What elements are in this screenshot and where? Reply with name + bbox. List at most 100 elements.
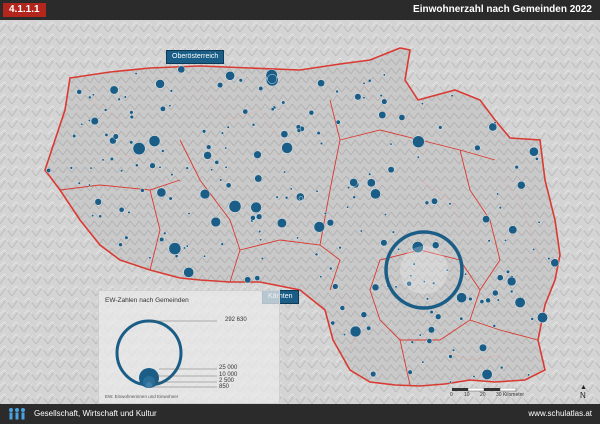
municipality-circle [506, 269, 511, 274]
footer-category: Gesellschaft, Wirtschaft und Kultur [34, 409, 157, 418]
municipality-circle [421, 360, 425, 364]
graz-inner-fill [400, 246, 448, 294]
municipality-circle [352, 195, 356, 199]
municipality-circle [109, 156, 114, 161]
municipality-circle [267, 74, 278, 84]
municipality-circle [313, 221, 325, 233]
municipality-circle [492, 289, 499, 297]
municipality-circle [383, 213, 387, 217]
municipality-circle [158, 165, 162, 169]
municipality-circle [187, 212, 191, 216]
municipality-circle [459, 316, 464, 321]
municipality-circle [510, 289, 514, 294]
municipality-circle [488, 122, 498, 132]
municipality-circle [479, 343, 488, 352]
municipality-circle [429, 310, 434, 315]
municipality-circle [332, 283, 339, 290]
municipality-circle [450, 94, 454, 98]
municipality-circle [435, 313, 442, 320]
municipality-circle [535, 157, 539, 161]
logo-people-icon [9, 408, 25, 420]
map-title: Einwohnerzahl nach Gemeinden 2022 [413, 4, 592, 15]
municipality-circle [168, 196, 173, 201]
municipality-circle [88, 183, 91, 187]
municipality-circle [346, 205, 349, 209]
label-oberoesterreich: Oberösterreich [166, 50, 225, 64]
footer-website-link[interactable]: www.schulatlas.at [528, 408, 592, 420]
municipality-circle [120, 169, 124, 173]
municipality-circle [210, 216, 221, 228]
municipality-circle [253, 150, 262, 159]
municipality-circle [508, 225, 518, 235]
municipality-circle [362, 96, 366, 100]
municipality-circle [449, 380, 452, 384]
municipality-circle [169, 89, 173, 93]
municipality-circle [347, 186, 351, 190]
municipality-circle [118, 242, 123, 247]
municipality-circle [251, 123, 256, 127]
municipality-circle [109, 85, 119, 95]
municipality-circle [224, 165, 228, 169]
legend-value-1: 25 000 [219, 365, 238, 371]
municipality-circle [550, 258, 560, 268]
municipality-circle [219, 178, 223, 182]
municipality-circle [220, 131, 224, 135]
municipality-circle [90, 117, 99, 126]
municipality-circle [206, 144, 212, 150]
municipality-circle [256, 213, 263, 220]
municipality-circle [183, 246, 186, 250]
municipality-circle [424, 200, 430, 206]
municipality-circle [203, 151, 212, 160]
municipality-circle [432, 241, 440, 249]
municipality-circle [487, 239, 491, 243]
municipality-circle [472, 375, 476, 378]
municipality-circle [298, 196, 304, 201]
municipality-circle [349, 178, 358, 187]
municipality-circle [280, 130, 289, 138]
municipality-circle [254, 174, 263, 183]
municipality-circle [380, 239, 388, 247]
municipality-circle [547, 257, 551, 261]
municipality-circle [284, 195, 289, 200]
municipality-circle [506, 276, 517, 287]
municipality-circle [225, 182, 232, 189]
municipality-circle [323, 211, 327, 215]
municipality-circle [296, 128, 302, 133]
municipality-circle [281, 100, 286, 105]
municipality-circle [76, 89, 82, 95]
municipality-circle [94, 198, 102, 206]
municipality-circle [379, 94, 383, 98]
municipality-circle [382, 73, 386, 77]
municipality-circle [349, 325, 362, 338]
municipality-circle [537, 312, 548, 323]
municipality-circle [315, 189, 319, 193]
scale-label-20: 20 [480, 392, 486, 398]
municipality-circle [168, 242, 182, 255]
municipality-circle [468, 296, 473, 302]
municipality-circle [132, 142, 146, 156]
municipality-circle [185, 166, 189, 170]
municipality-circle [69, 166, 73, 170]
municipality-circle [438, 125, 443, 130]
municipality-circle [339, 305, 346, 311]
legend-box: EW-Zahlen nach Gemeinden 292 630 25 000 … [98, 290, 280, 404]
municipality-circle [354, 93, 362, 101]
municipality-circle [398, 114, 406, 121]
municipality-circle [260, 256, 264, 260]
municipality-circle [80, 122, 84, 126]
municipality-circle [92, 93, 95, 97]
municipality-circle [202, 129, 207, 134]
municipality-circle [89, 166, 93, 170]
municipality-circle [123, 95, 127, 99]
municipality-circle [104, 133, 109, 137]
municipality-circle [427, 326, 435, 334]
municipality-circle [496, 192, 499, 196]
municipality-circle [532, 248, 536, 251]
municipality-circle [416, 155, 420, 159]
municipality-circle [517, 180, 526, 190]
municipality-circle [537, 220, 541, 224]
municipality-circle [464, 272, 467, 276]
municipality-circle [259, 238, 262, 242]
municipality-circle [88, 119, 91, 122]
municipality-circle [118, 206, 125, 213]
